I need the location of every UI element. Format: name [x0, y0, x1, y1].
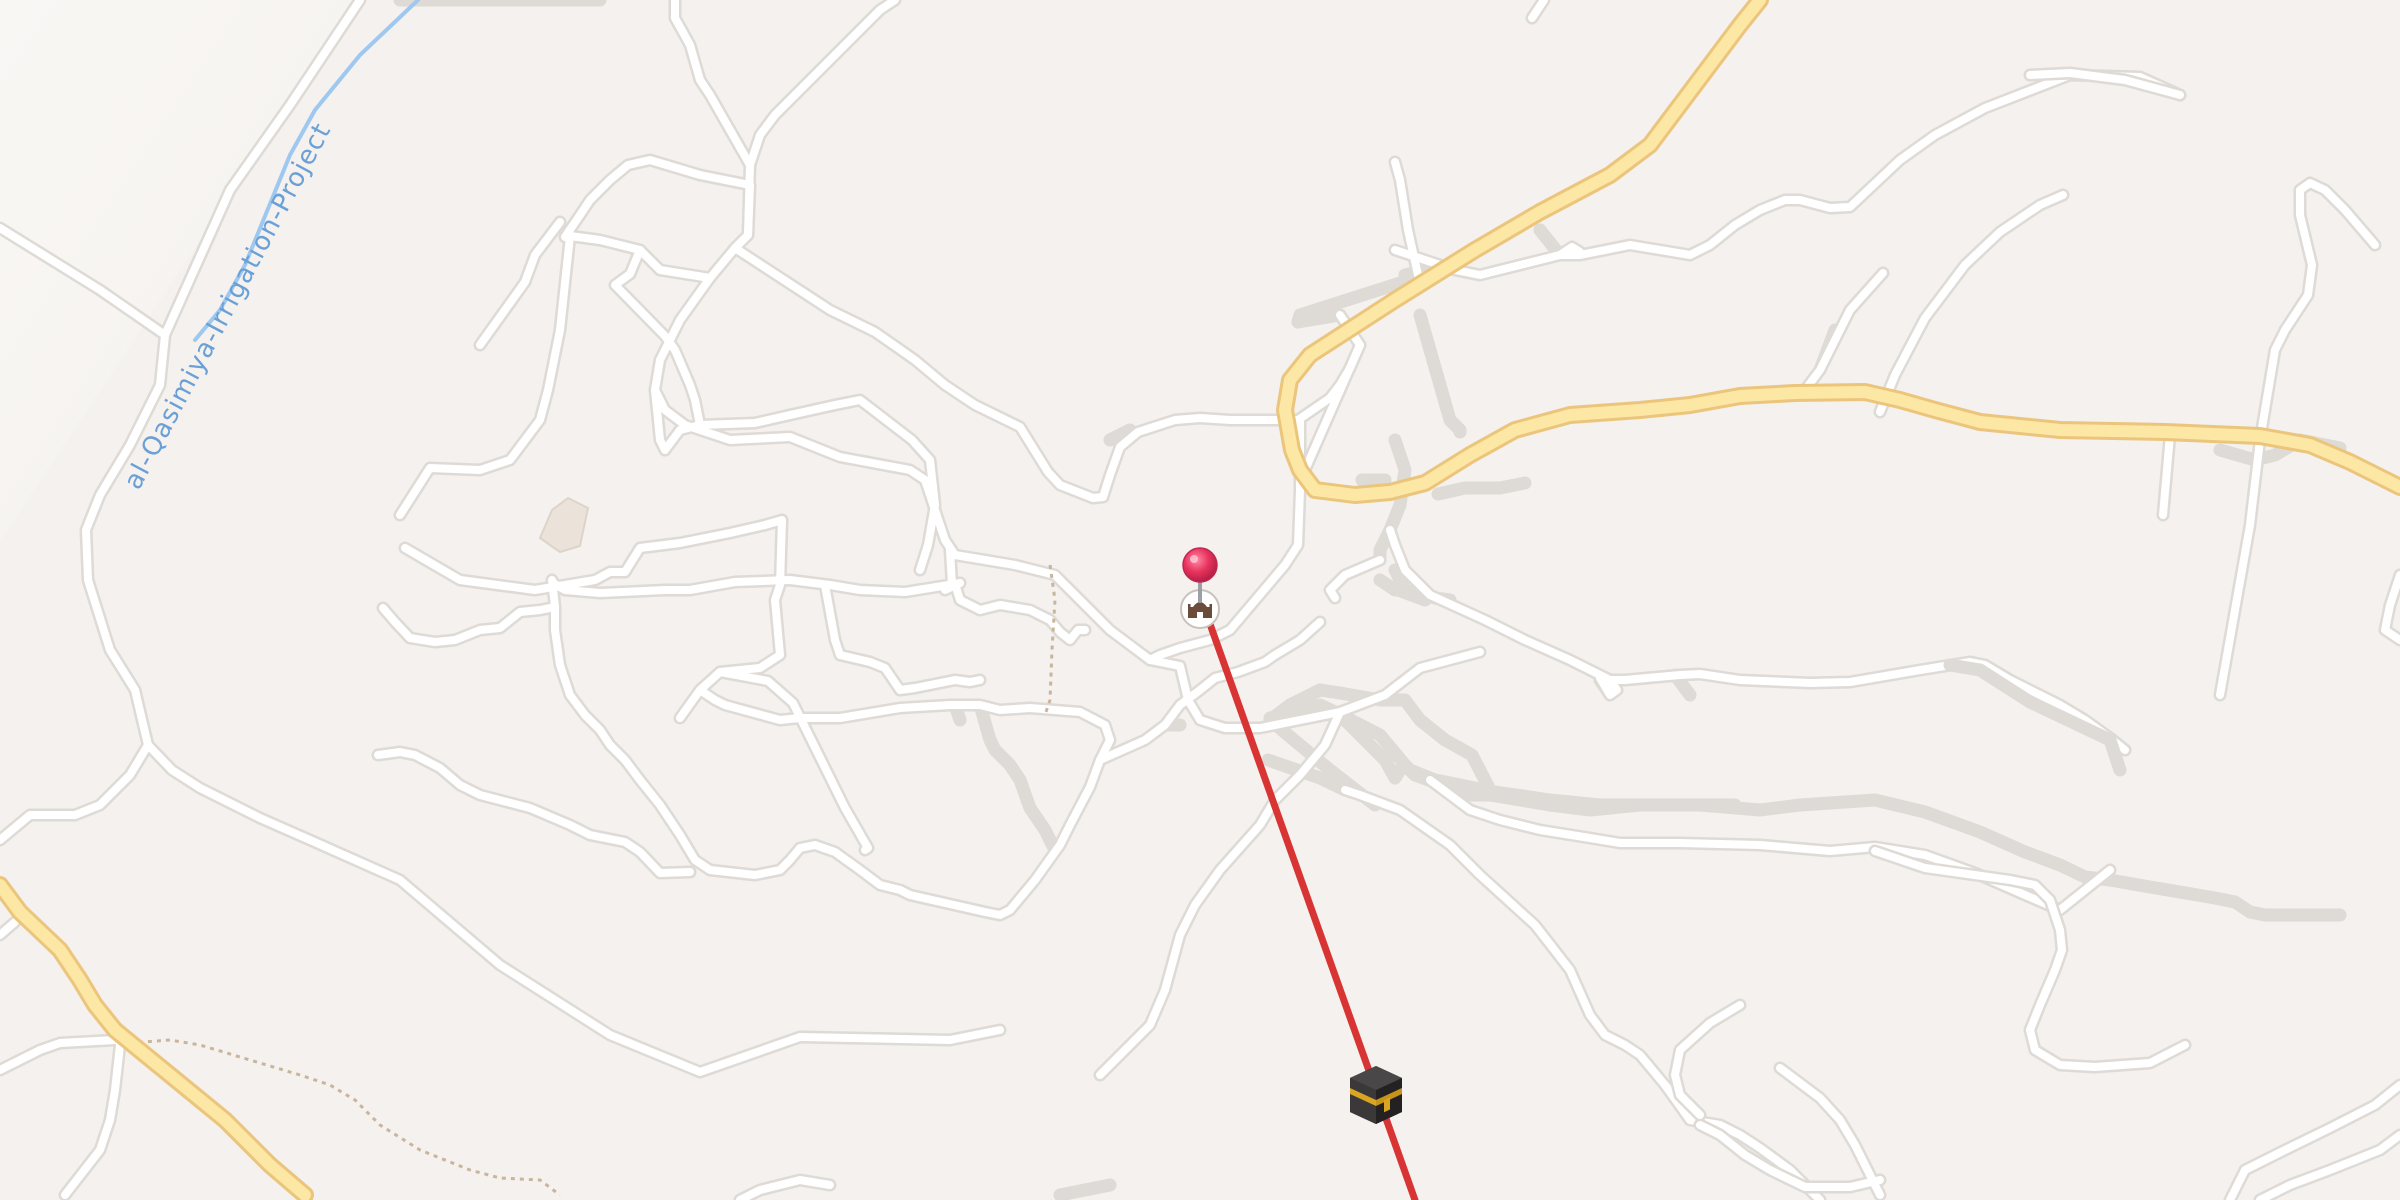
- kaaba-icon[interactable]: [1350, 1066, 1402, 1124]
- map-canvas[interactable]: al-Qasimiya-Irrigation-Project: [0, 0, 2400, 1200]
